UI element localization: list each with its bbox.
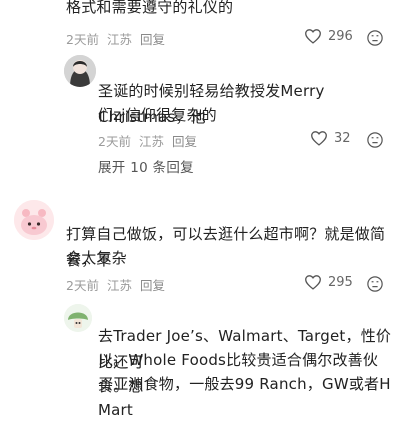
comment-1-like-button[interactable]: 296 bbox=[304, 28, 353, 44]
expand-replies-button[interactable]: 展开 10 条回复 bbox=[98, 156, 194, 176]
comment-3-like-button[interactable]: 295 bbox=[304, 274, 353, 290]
reply-1-like-button[interactable]: 32 bbox=[310, 130, 351, 146]
reply-1-text-line2: 们zj信仰很复杂的 bbox=[98, 106, 217, 124]
reply-2-avatar[interactable] bbox=[64, 304, 92, 332]
comment-3-like-count: 295 bbox=[328, 274, 353, 290]
comment-1-like-count: 296 bbox=[328, 28, 353, 44]
reply-1-location: 江苏 bbox=[138, 134, 164, 149]
comment-1-reply-button[interactable]: 回复 bbox=[140, 29, 165, 48]
reply-1-time: 2天前 bbox=[98, 134, 131, 149]
comment-1-text-tail: 格式和需要遵守的礼仪的 bbox=[66, 0, 234, 16]
heart-icon bbox=[305, 275, 321, 290]
reply-1-reply-button[interactable]: 回复 bbox=[172, 131, 197, 150]
heart-icon bbox=[305, 29, 321, 44]
avatar-image bbox=[64, 304, 92, 332]
comment-1-location: 江苏 bbox=[106, 32, 132, 47]
comment-3-time: 2天前 bbox=[66, 278, 99, 293]
reply-1-like-count: 32 bbox=[334, 130, 351, 146]
comment-1-meta: 2天前 江苏 回复 bbox=[66, 29, 165, 48]
dislike-face-icon[interactable] bbox=[366, 29, 384, 47]
reply-1-meta: 2天前 江苏 回复 bbox=[98, 131, 197, 150]
avatar-image bbox=[14, 200, 54, 240]
reply-2-text-line3: 买亚洲食物，一般去99 Ranch，GW或者H Mart bbox=[98, 375, 391, 419]
dislike-face-icon[interactable] bbox=[366, 131, 384, 149]
comment-3-avatar[interactable] bbox=[14, 200, 54, 240]
dislike-face-icon[interactable] bbox=[366, 275, 384, 293]
comment-3-reply-button[interactable]: 回复 bbox=[140, 275, 165, 294]
comment-3-meta: 2天前 江苏 回复 bbox=[66, 275, 165, 294]
avatar-image bbox=[64, 55, 96, 87]
comment-3-text-line2: 会太复杂 bbox=[66, 249, 127, 267]
heart-icon bbox=[311, 131, 327, 146]
comment-1-time: 2天前 bbox=[66, 32, 99, 47]
comment-3-location: 江苏 bbox=[106, 278, 132, 293]
reply-1-avatar[interactable] bbox=[64, 55, 96, 87]
